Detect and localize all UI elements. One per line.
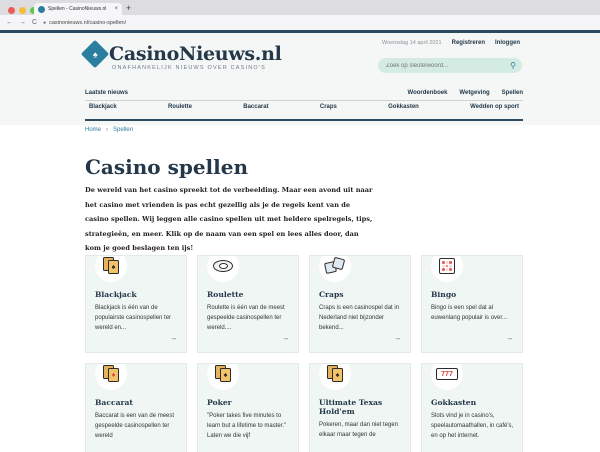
slot-machine-icon: 777: [431, 364, 463, 390]
site-tagline: ONAFHANKELIJK NIEUWS OVER CASINO'S: [112, 65, 267, 71]
card-text: "Poker takes five minutes to learn but a…: [207, 413, 287, 439]
card-text: Blackjack is één van de populairste casi…: [95, 305, 172, 331]
card-text: Craps is een casinospel dat in Nederland…: [319, 305, 400, 331]
menu-right-group: Woordenboek Wetgeving Spellen: [408, 90, 523, 96]
card-text: Slots vind je in casino's, speelautomaat…: [431, 413, 514, 439]
menu-item-legislation[interactable]: Wetgeving: [459, 90, 489, 96]
window-controls: [8, 7, 37, 14]
address-bar[interactable]: ● casinonieuws.nl/casino-spellen/: [43, 20, 126, 26]
arrow-right-icon[interactable]: →: [506, 335, 513, 342]
site-header: ♠ CasinoNieuws.nl ONAFHANKELIJK NIEUWS O…: [0, 30, 600, 125]
page-title: Casino spellen: [85, 155, 249, 179]
url-text: casinonieuws.nl/casino-spellen/: [49, 19, 127, 26]
card-text: Bingo is een spel dat al euwenlang popul…: [431, 305, 508, 321]
arrow-right-icon[interactable]: →: [282, 335, 289, 342]
breadcrumb-current[interactable]: Spellen: [113, 127, 133, 133]
roulette-wheel-icon: [207, 256, 239, 282]
logo-text: CasinoNieuws.nl: [109, 43, 282, 65]
chevron-right-icon: ›: [106, 127, 109, 133]
game-card-bingo[interactable]: Bingo Bingo is een spel dat al euwenlang…: [421, 255, 523, 353]
browser-tab[interactable]: Spellen - CasinoNieuws.nl ×: [34, 3, 122, 15]
card-title: Bingo: [431, 290, 457, 299]
card-title: Gokkasten: [431, 398, 477, 407]
cards-spade-icon: ♠: [95, 256, 127, 282]
submenu-gokkasten[interactable]: Gokkasten: [384, 104, 423, 110]
cards-diamond-icon: ♦: [95, 364, 127, 390]
submenu-blackjack[interactable]: Blackjack: [85, 104, 121, 110]
cards-spade-icon: ♠: [207, 364, 239, 390]
minimize-window-button[interactable]: [19, 7, 26, 14]
lock-icon: ●: [43, 19, 47, 26]
card-title: Ultimate Texas Hold'em: [319, 398, 383, 416]
arrow-right-icon[interactable]: →: [394, 335, 401, 342]
search-icon[interactable]: ⚲: [510, 61, 516, 70]
game-card-baccarat[interactable]: ♦ Baccarat Baccarat is een van de meest …: [85, 363, 187, 452]
search-box: ⚲: [378, 58, 522, 73]
menu-divider: [85, 100, 523, 101]
login-link[interactable]: Inloggen: [495, 40, 520, 46]
arrow-right-icon[interactable]: →: [170, 335, 177, 342]
back-arrow-icon[interactable]: ←: [6, 19, 13, 26]
games-grid: ♠ Blackjack Blackjack is één van de popu…: [85, 255, 523, 452]
tab-close-icon[interactable]: ×: [114, 6, 118, 12]
forward-arrow-icon[interactable]: →: [19, 19, 26, 26]
game-card-roulette[interactable]: Roulette Roulette is één van de meest ge…: [197, 255, 299, 353]
search-input[interactable]: [386, 62, 501, 69]
new-tab-button[interactable]: +: [126, 3, 131, 13]
main-menu: Laatste nieuws Woordenboek Wetgeving Spe…: [85, 87, 523, 99]
menu-item-latest-news[interactable]: Laatste nieuws: [85, 90, 128, 96]
site-logo[interactable]: ♠ CasinoNieuws.nl: [80, 39, 282, 69]
card-title: Roulette: [207, 290, 244, 299]
dice-icon: [319, 256, 351, 282]
register-link[interactable]: Registreren: [452, 40, 485, 46]
card-title: Baccarat: [95, 398, 133, 407]
browser-chrome: Spellen - CasinoNieuws.nl × + ← → C ● ca…: [0, 0, 600, 30]
card-text: Roulette is één van de meest gespeelde c…: [207, 305, 285, 331]
card-title: Poker: [207, 398, 232, 407]
game-card-ultimate-texas-holdem[interactable]: ♠ Ultimate Texas Hold'em Pokeren, maar d…: [309, 363, 411, 452]
intro-text: De wereld van het casino spreekt tot de …: [85, 186, 373, 252]
submenu-divider: [85, 119, 523, 121]
submenu-craps[interactable]: Craps: [316, 104, 341, 110]
menu-item-games[interactable]: Spellen: [502, 90, 523, 96]
card-text: Baccarat is een van de meest gespeelde c…: [95, 413, 175, 439]
game-card-craps[interactable]: Craps Craps is een casinospel dat in Ned…: [309, 255, 411, 353]
web-page: ♠ CasinoNieuws.nl ONAFHANKELIJK NIEUWS O…: [0, 30, 600, 452]
game-card-poker[interactable]: ♠ Poker "Poker takes five minutes to lea…: [197, 363, 299, 452]
bingo-card-icon: [431, 256, 463, 282]
current-date: Woensdag 14 april 2021: [382, 40, 442, 46]
game-card-blackjack[interactable]: ♠ Blackjack Blackjack is één van de popu…: [85, 255, 187, 353]
address-row: ← → C ● casinonieuws.nl/casino-spellen/: [0, 15, 600, 30]
spade-logo-icon: ♠: [80, 39, 110, 69]
close-window-button[interactable]: [8, 7, 15, 14]
breadcrumb-home[interactable]: Home: [85, 127, 101, 133]
submenu-roulette[interactable]: Roulette: [164, 104, 196, 110]
submenu-baccarat[interactable]: Baccarat: [239, 104, 272, 110]
card-title: Craps: [319, 290, 344, 299]
card-text: Pokeren, maar dan niet tegen elkaar maar…: [319, 422, 399, 438]
cards-spade-icon: ♠: [319, 364, 351, 390]
submenu-sports-betting[interactable]: Wedden op sport: [466, 104, 523, 110]
menu-item-dictionary[interactable]: Woordenboek: [408, 90, 448, 96]
games-submenu: Blackjack Roulette Baccarat Craps Gokkas…: [85, 104, 523, 110]
game-card-gokkasten[interactable]: 777 Gokkasten Slots vind je in casino's,…: [421, 363, 523, 452]
reload-icon[interactable]: C: [32, 19, 37, 26]
tab-title: Spellen - CasinoNieuws.nl: [48, 6, 107, 12]
favicon-icon: [38, 5, 45, 13]
breadcrumb: Home › Spellen: [85, 127, 133, 133]
account-links: Registreren Inloggen: [452, 40, 520, 46]
card-title: Blackjack: [95, 290, 137, 299]
